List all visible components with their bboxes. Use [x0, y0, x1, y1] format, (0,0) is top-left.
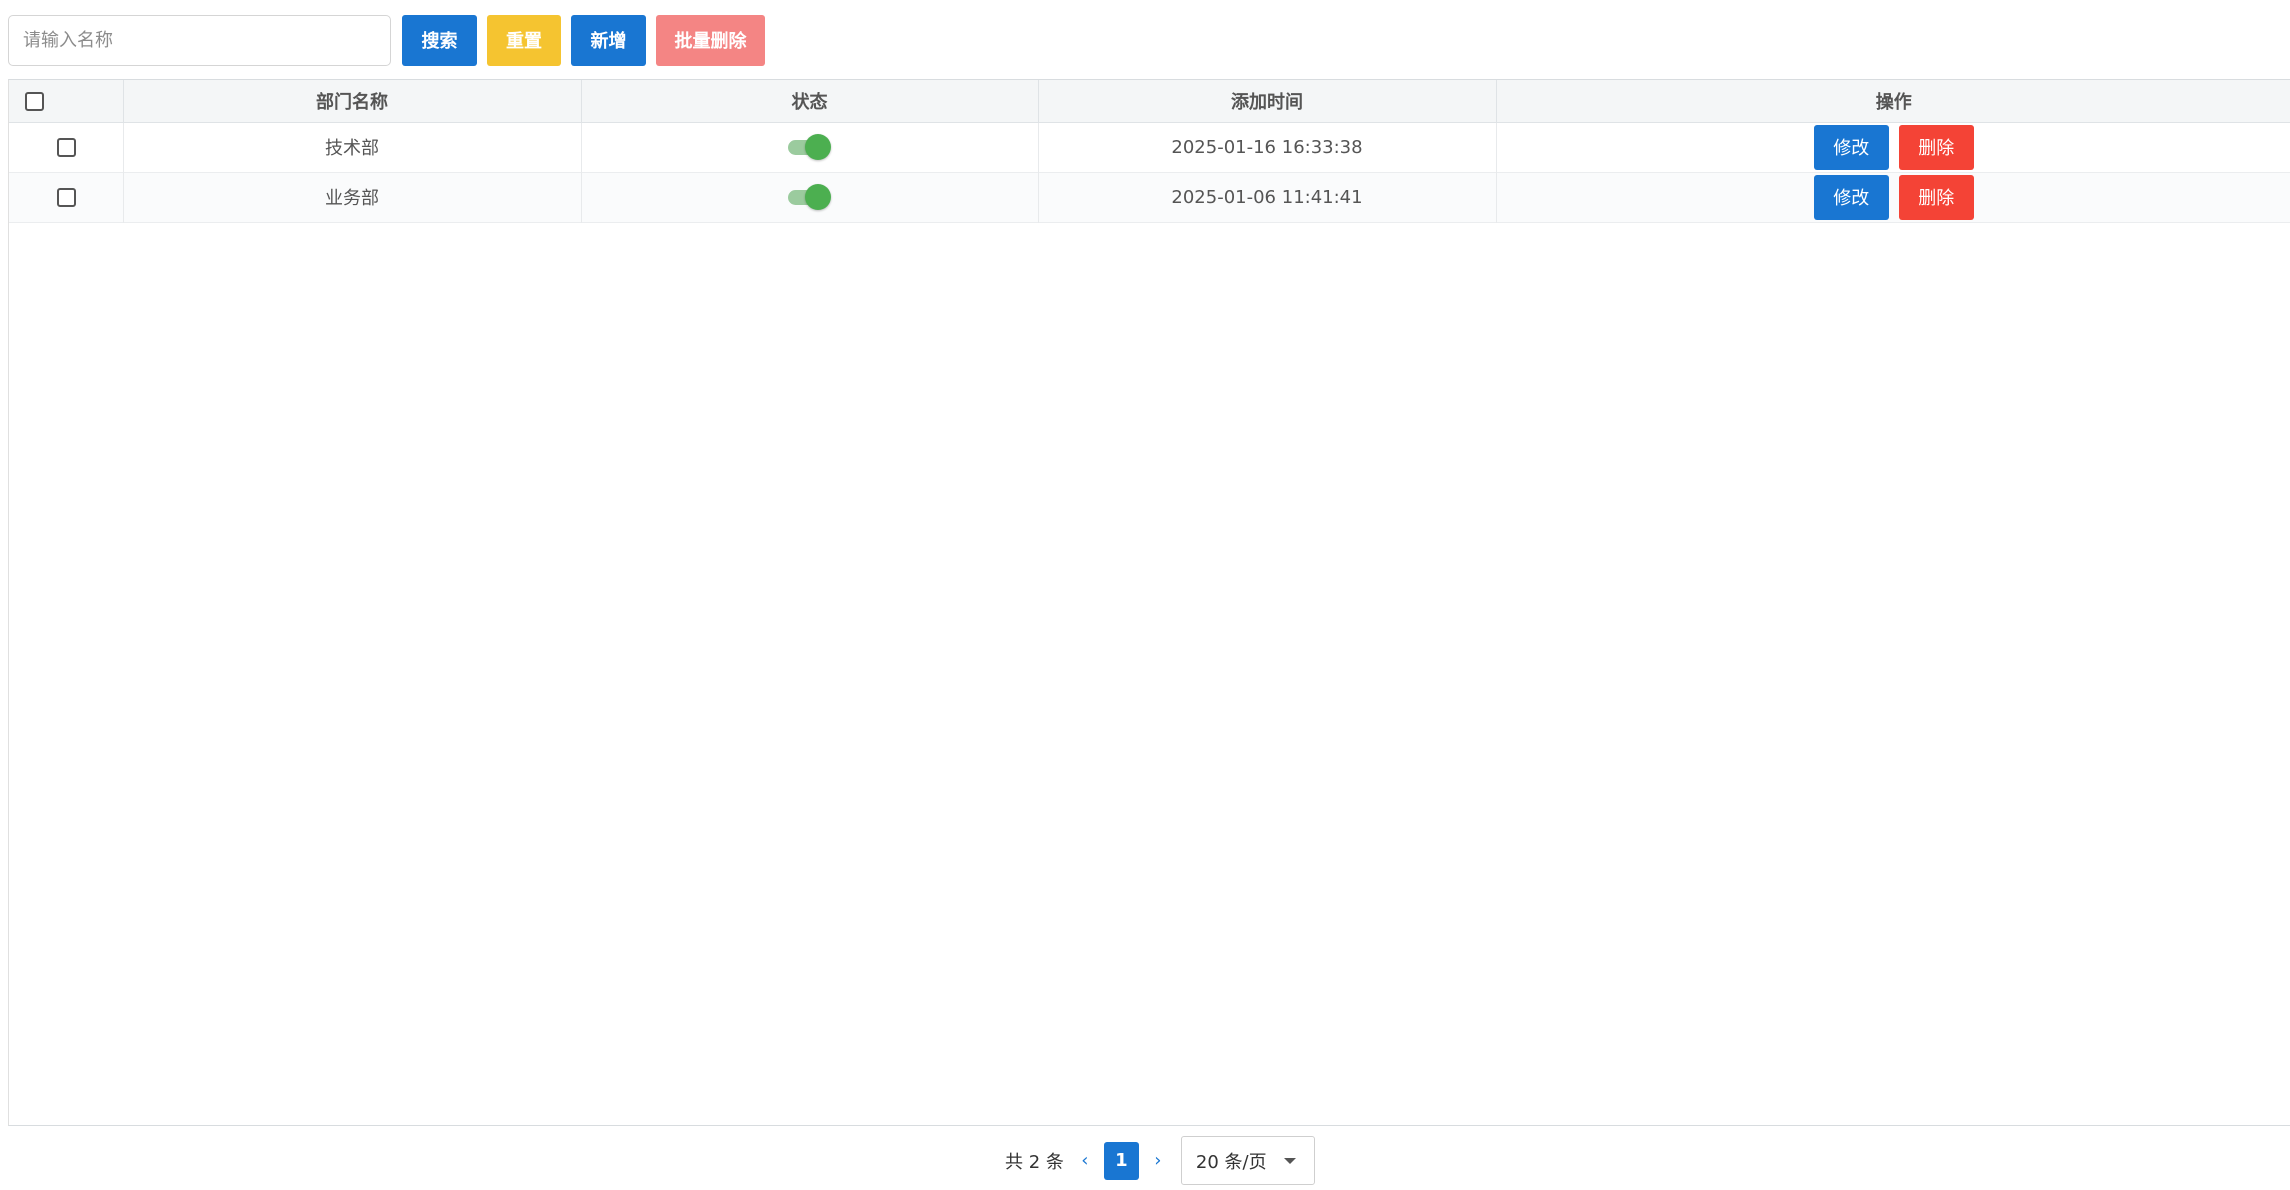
pagination: 共 2 条 ‹ 1 › 20 条/页: [1005, 1136, 1315, 1185]
row-check-cell: [9, 122, 124, 172]
header-name: 部门名称: [123, 80, 582, 123]
toggle-knob: [804, 134, 831, 160]
row-checkbox[interactable]: [57, 138, 76, 157]
department-management-page: 搜索 重置 新增 批量删除 部门名称 状态 添加时间 操作: [0, 0, 2290, 1190]
delete-button[interactable]: 删除: [1898, 124, 1974, 170]
page-size-select[interactable]: 20 条/页: [1180, 1136, 1315, 1185]
page-size-value: 20 条/页: [1195, 1151, 1267, 1173]
department-table: 部门名称 状态 添加时间 操作 技术部 2025-01-16 16:33:38 …: [8, 79, 2290, 1126]
page-number-current[interactable]: 1: [1103, 1141, 1139, 1180]
header-status: 状态: [581, 80, 1039, 123]
row-checkbox[interactable]: [57, 188, 76, 207]
header-select-all-cell: [9, 80, 124, 123]
time-cell: 2025-01-06 11:41:41: [1038, 172, 1497, 222]
batch-delete-button[interactable]: 批量删除: [656, 14, 765, 66]
header-time: 添加时间: [1038, 80, 1497, 123]
caret-down-icon: [1283, 1157, 1296, 1164]
total-count: 共 2 条: [1005, 1151, 1064, 1173]
dept-name-cell: 业务部: [123, 172, 582, 222]
table-row: 业务部 2025-01-06 11:41:41 修改 删除: [9, 172, 2290, 222]
ops-cell: 修改 删除: [1496, 122, 2290, 172]
toolbar: 搜索 重置 新增 批量删除: [8, 14, 765, 66]
status-toggle[interactable]: [787, 133, 832, 161]
search-input[interactable]: [8, 14, 391, 66]
chevron-right-icon[interactable]: ›: [1151, 1150, 1165, 1171]
status-cell: [581, 172, 1039, 222]
toggle-knob: [804, 184, 831, 210]
dept-name-cell: 技术部: [123, 122, 582, 172]
select-all-checkbox[interactable]: [25, 91, 44, 111]
row-check-cell: [9, 172, 124, 222]
edit-button[interactable]: 修改: [1813, 174, 1889, 220]
add-button[interactable]: 新增: [571, 14, 646, 66]
chevron-left-icon[interactable]: ‹: [1078, 1150, 1092, 1171]
table-row: 技术部 2025-01-16 16:33:38 修改 删除: [9, 122, 2290, 172]
header-ops: 操作: [1496, 80, 2290, 123]
edit-button[interactable]: 修改: [1813, 124, 1889, 170]
search-button[interactable]: 搜索: [402, 14, 477, 66]
delete-button[interactable]: 删除: [1898, 174, 1974, 220]
status-cell: [581, 122, 1039, 172]
ops-cell: 修改 删除: [1496, 172, 2290, 222]
status-toggle[interactable]: [787, 183, 832, 211]
table-header-row: 部门名称 状态 添加时间 操作: [9, 80, 2290, 123]
reset-button[interactable]: 重置: [487, 14, 561, 66]
time-cell: 2025-01-16 16:33:38: [1038, 122, 1497, 172]
